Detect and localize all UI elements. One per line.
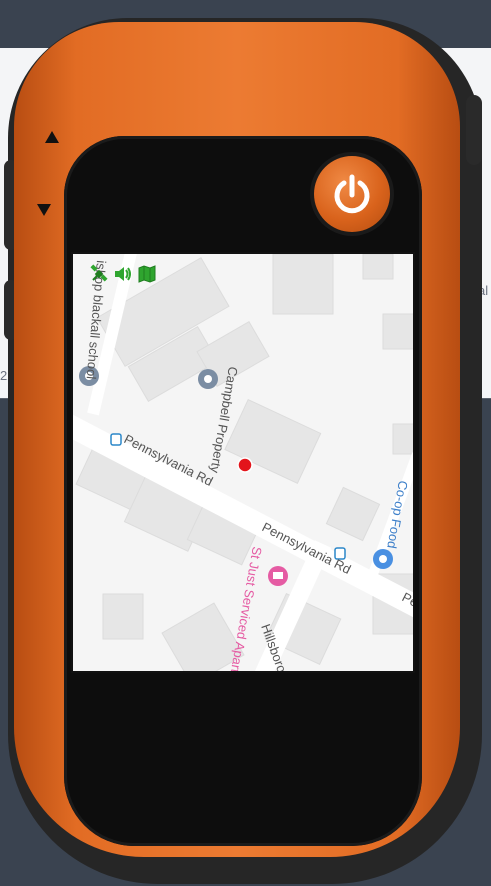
map-building [102,593,144,640]
map-canvas[interactable]: ishop blackall school Campbell Property … [73,254,415,673]
map-building [362,254,394,280]
map-icon[interactable] [137,264,157,284]
poi-hotel-icon[interactable] [268,566,288,586]
current-position-dot [237,457,253,473]
status-bar [89,264,157,284]
map-building [224,398,322,484]
map-building [325,486,381,542]
label-coop: Co-op Food [384,479,411,549]
poi-food-icon[interactable] [373,549,393,569]
power-button[interactable] [314,156,390,232]
map-screen[interactable]: ishop blackall school Campbell Property … [71,252,415,673]
map-building [272,254,334,315]
speaker-icon[interactable] [113,264,133,284]
poi-property-icon[interactable] [198,369,218,389]
map-building [382,313,413,350]
bus-stop-icon [110,433,122,446]
page-up-icon[interactable] [45,131,59,143]
side-button-right[interactable] [466,95,482,165]
map-building [392,423,413,455]
page-down-icon[interactable] [37,204,51,216]
satellite-icon [89,264,109,284]
power-icon [334,174,370,214]
